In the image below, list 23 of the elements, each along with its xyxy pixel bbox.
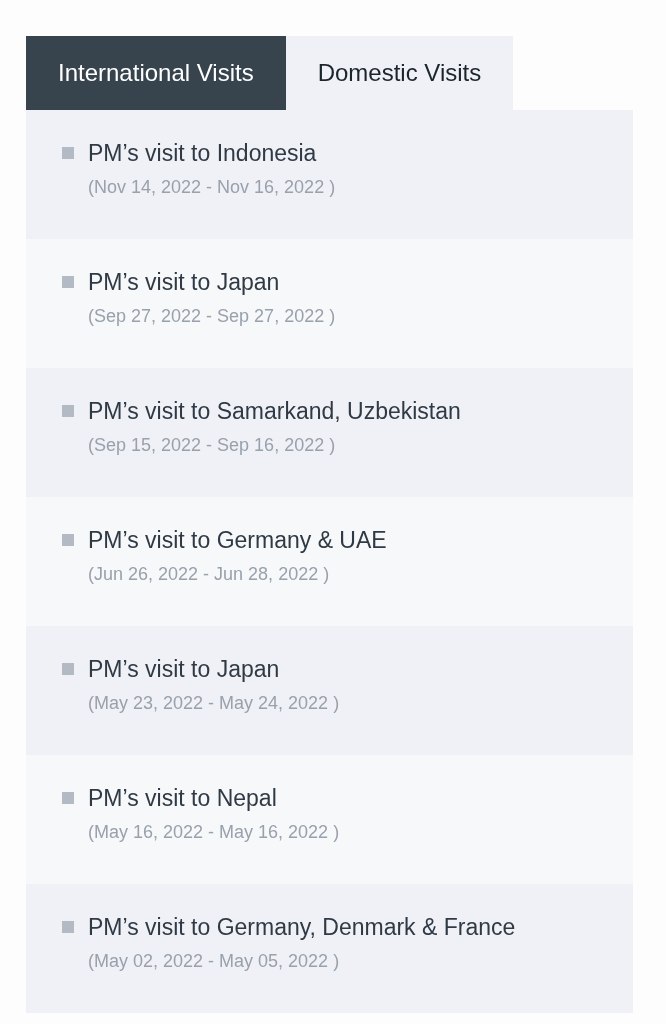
date-range: (Nov 14, 2022 - Nov 16, 2022 ) xyxy=(88,176,336,199)
square-bullet-icon xyxy=(62,405,74,417)
square-bullet-icon xyxy=(62,792,74,804)
date-range: (Jun 26, 2022 - Jun 28, 2022 ) xyxy=(88,563,330,586)
date-range: (May 23, 2022 - May 24, 2022 ) xyxy=(88,692,340,715)
visit-link[interactable]: PM’s visit to Nepal xyxy=(88,783,277,813)
visit-link[interactable]: PM’s visit to Germany & UAE xyxy=(88,525,387,555)
square-bullet-icon xyxy=(62,534,74,546)
square-bullet-icon xyxy=(62,276,74,288)
visit-link[interactable]: PM’s visit to Indonesia xyxy=(88,138,317,168)
visit-link[interactable]: PM’s visit to Germany, Denmark & France xyxy=(88,912,516,942)
date-range: (May 16, 2022 - May 16, 2022 ) xyxy=(88,821,340,844)
date-range: (Sep 27, 2022 - Sep 27, 2022 ) xyxy=(88,305,336,328)
square-bullet-icon xyxy=(62,147,74,159)
date-range: (May 02, 2022 - May 05, 2022 ) xyxy=(88,950,340,973)
tab[interactable]: Domestic Visits xyxy=(285,36,514,110)
visit-link[interactable]: PM’s visit to Samarkand, Uzbekistan xyxy=(88,396,461,426)
visit-link[interactable]: PM’s visit to Japan xyxy=(88,267,280,297)
square-bullet-icon xyxy=(62,663,74,675)
visit-link[interactable]: PM’s visit to Japan xyxy=(88,654,280,684)
square-bullet-icon xyxy=(62,921,74,933)
tab[interactable]: International Visits xyxy=(26,36,286,110)
date-range: (Sep 15, 2022 - Sep 16, 2022 ) xyxy=(88,434,336,457)
